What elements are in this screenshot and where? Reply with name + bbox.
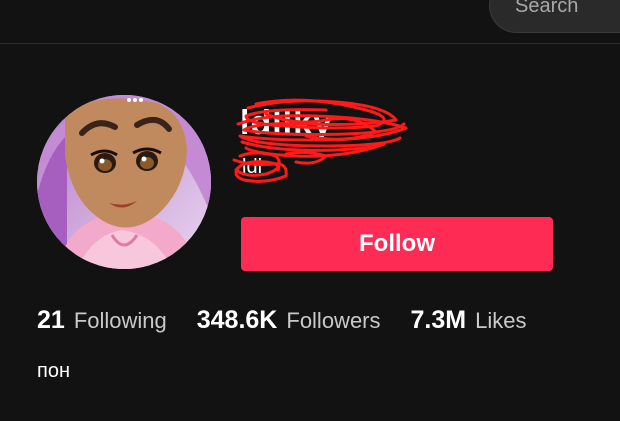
following-count: 21 (37, 306, 65, 334)
profile-stats: 21 Following 348.6K Followers 7.3M Likes (37, 306, 556, 340)
following-label: Following (73, 308, 167, 333)
followers-label: Followers (286, 308, 381, 333)
stat-following[interactable]: 21 Following (37, 306, 167, 335)
avatar-image (37, 95, 211, 269)
follow-button[interactable]: Follow (241, 217, 553, 271)
red-scribble-redaction (232, 98, 408, 183)
profile-bio: пон (37, 360, 70, 382)
likes-label: Likes (475, 308, 527, 333)
profile-page: Search ldllky ldl Follow 21 Following 34… (0, 0, 620, 421)
stat-followers[interactable]: 348.6K Followers (197, 306, 381, 335)
likes-count: 7.3M (410, 306, 467, 334)
followers-count: 348.6K (196, 306, 278, 334)
username-area: ldllky ldl (226, 96, 416, 192)
top-header: Search (0, 0, 620, 44)
stat-likes: 7.3M Likes (411, 306, 527, 335)
search-button[interactable]: Search (489, 0, 620, 33)
avatar[interactable] (37, 95, 211, 269)
search-label: Search (515, 0, 579, 17)
